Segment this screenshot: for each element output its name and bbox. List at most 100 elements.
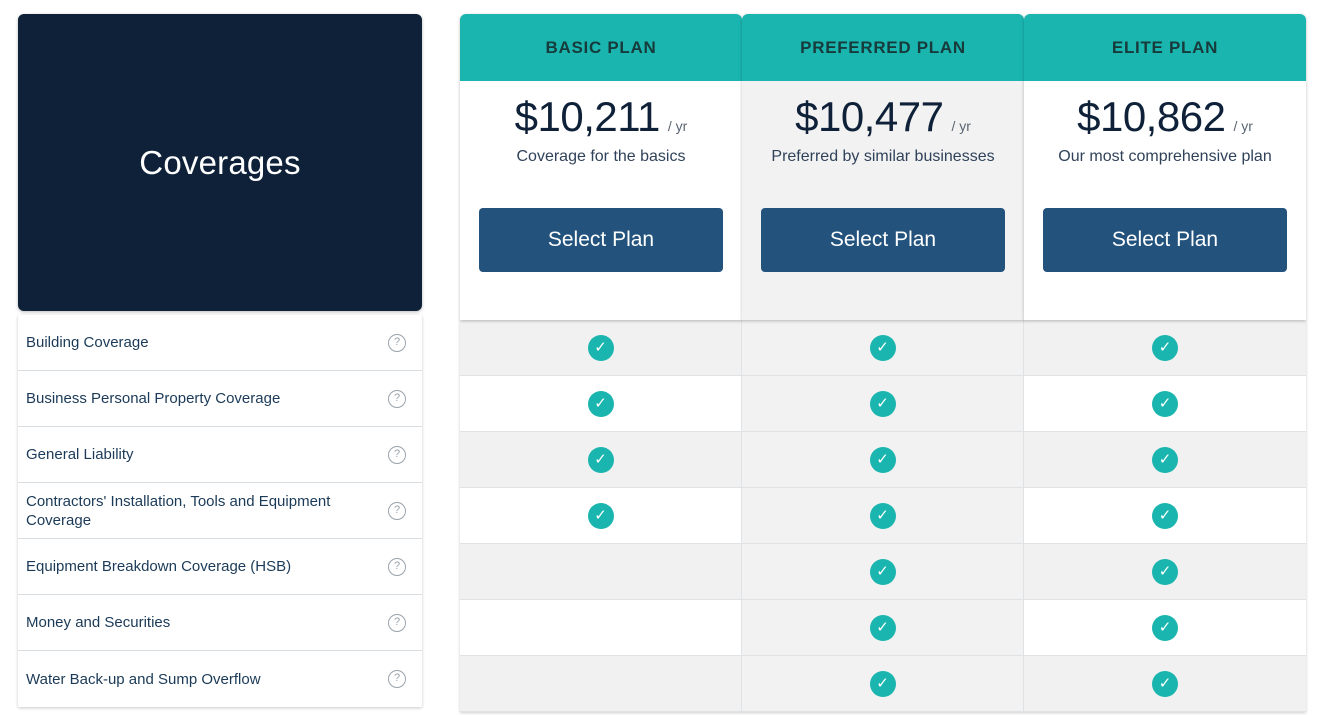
matrix-cell: ✓: [742, 600, 1024, 656]
coverages-panel: Coverages Building Coverage? Business Per…: [18, 14, 422, 707]
coverage-row: Equipment Breakdown Coverage (HSB)?: [18, 539, 422, 595]
plans-header-row: BASIC PLAN $10,211 / yr Coverage for the ba…: [460, 14, 1306, 320]
page-title: Coverages: [139, 143, 301, 181]
coverage-label: Equipment Breakdown Coverage (HSB): [26, 558, 292, 575]
matrix-cell: [460, 656, 742, 712]
check-icon: ✓: [869, 502, 896, 529]
check-icon: ✓: [869, 614, 896, 641]
coverage-label: Money and Securities: [26, 614, 171, 631]
plan-name: ELITE PLAN: [1111, 37, 1219, 57]
select-plan-button[interactable]: Select Plan: [479, 208, 723, 272]
plan-price: $10,862: [1077, 93, 1226, 140]
matrix-cell: ✓: [742, 320, 1024, 376]
help-icon[interactable]: ?: [388, 445, 406, 464]
check-icon: ✓: [587, 502, 614, 529]
plan-name-banner: ELITE PLAN: [1024, 14, 1306, 81]
matrix-cell: ✓: [1024, 656, 1306, 712]
check-icon: ✓: [869, 670, 896, 697]
coverage-label: General Liability: [26, 446, 134, 463]
select-plan-button[interactable]: Select Plan: [1043, 208, 1287, 272]
check-icon: ✓: [587, 334, 614, 361]
coverage-row: Business Personal Property Coverage?: [18, 371, 422, 427]
check-icon: ✓: [869, 558, 896, 585]
check-icon: ✓: [1152, 558, 1178, 585]
plan-name: PREFERRED PLAN: [800, 37, 966, 57]
plan-tagline: Preferred by similar businesses: [771, 148, 995, 165]
coverage-label: Business Personal Property Coverage: [26, 390, 281, 407]
check-icon: ✓: [869, 446, 896, 473]
check-icon: ✓: [1152, 446, 1178, 473]
matrix-row: ✓ ✓ ✓: [460, 432, 1306, 488]
select-plan-button[interactable]: Select Plan: [761, 208, 1005, 272]
plan-summary: $10,211 / yr Coverage for the basics Select…: [460, 81, 742, 320]
matrix-cell: ✓: [742, 432, 1024, 488]
check-icon: ✓: [587, 446, 614, 473]
matrix-row: ✓ ✓ ✓: [460, 320, 1306, 376]
check-icon: ✓: [869, 390, 896, 417]
check-icon: ✓: [1152, 390, 1178, 417]
matrix-row: ✓ ✓ ✓: [460, 376, 1306, 432]
matrix-cell: [460, 600, 742, 656]
plan-tagline: Our most comprehensive plan: [1058, 148, 1272, 165]
coverage-row: General Liability?: [18, 427, 422, 483]
plan-price-period: / yr: [667, 118, 688, 134]
help-icon[interactable]: ?: [388, 613, 406, 632]
plan-column-header: ELITE PLAN $10,862 / yr Our most comprehens…: [1024, 14, 1306, 320]
matrix-cell: ✓: [742, 656, 1024, 712]
matrix-cell: ✓: [1024, 376, 1306, 432]
matrix-cell: ✓: [742, 544, 1024, 600]
help-icon[interactable]: ?: [388, 670, 406, 688]
plan-price-period: / yr: [951, 118, 971, 134]
plan-summary: $10,862 / yr Our most comprehensive plan Se…: [1024, 81, 1306, 320]
plan-name: BASIC PLAN: [545, 37, 657, 57]
plan-tagline: Coverage for the basics: [516, 148, 686, 165]
coverage-label: Building Coverage: [26, 334, 149, 351]
coverage-label: Water Back-up and Sump Overflow: [26, 670, 261, 688]
matrix-cell: [460, 544, 742, 600]
check-icon: ✓: [1152, 502, 1178, 529]
plan-name-banner: PREFERRED PLAN: [742, 14, 1024, 81]
plan-price-period: / yr: [1233, 118, 1253, 134]
matrix-row: ✓ ✓ ✓: [460, 488, 1306, 544]
matrix-cell: ✓: [742, 488, 1024, 544]
matrix-cell: ✓: [460, 488, 742, 544]
check-icon: ✓: [587, 390, 614, 417]
matrix-cell: ✓: [460, 320, 742, 376]
coverage-label-list: Building Coverage? Business Personal Prop…: [18, 315, 422, 707]
matrix-row: ✓ ✓: [460, 656, 1306, 712]
coverage-row: Contractors' Installation, Tools and Equ…: [18, 483, 422, 539]
matrix-row: ✓ ✓: [460, 600, 1306, 656]
matrix-cell: ✓: [742, 376, 1024, 432]
help-icon[interactable]: ?: [388, 333, 406, 352]
matrix-cell: ✓: [1024, 544, 1306, 600]
plan-column-header: PREFERRED PLAN $10,477 / yr Preferred by si…: [742, 14, 1024, 320]
coverage-label: Contractors' Installation, Tools and Equ…: [26, 492, 331, 529]
coverage-row: Water Back-up and Sump Overflow?: [18, 651, 422, 707]
matrix-cell: ✓: [1024, 432, 1306, 488]
check-icon: ✓: [869, 334, 896, 361]
plan-price: $10,477: [795, 93, 944, 140]
plan-column-header: BASIC PLAN $10,211 / yr Coverage for the ba…: [460, 14, 742, 320]
check-icon: ✓: [1152, 334, 1178, 361]
plans-matrix: ✓ ✓ ✓ ✓ ✓ ✓ ✓ ✓ ✓ ✓ ✓ ✓ ✓ ✓ ✓ ✓ ✓ ✓: [460, 320, 1306, 712]
coverages-header-card: Coverages: [18, 14, 422, 311]
help-icon[interactable]: ?: [388, 557, 406, 576]
coverage-row: Building Coverage?: [18, 315, 422, 371]
help-icon[interactable]: ?: [388, 501, 406, 520]
matrix-cell: ✓: [1024, 600, 1306, 656]
plan-price-line: $10,862 / yr: [1077, 93, 1253, 141]
check-icon: ✓: [1152, 614, 1178, 641]
check-icon: ✓: [1152, 670, 1178, 697]
matrix-cell: ✓: [1024, 488, 1306, 544]
matrix-cell: ✓: [460, 376, 742, 432]
plans-table: BASIC PLAN $10,211 / yr Coverage for the ba…: [460, 14, 1306, 712]
plan-summary: $10,477 / yr Preferred by similar business…: [742, 81, 1024, 320]
plan-name-banner: BASIC PLAN: [460, 14, 742, 81]
coverage-row: Money and Securities?: [18, 595, 422, 651]
matrix-cell: ✓: [460, 432, 742, 488]
plan-price-line: $10,477 / yr: [795, 93, 971, 141]
help-icon[interactable]: ?: [388, 389, 406, 408]
matrix-cell: ✓: [1024, 320, 1306, 376]
plan-price: $10,211: [514, 93, 661, 140]
plan-comparison-page: Coverages Building Coverage? Business Per…: [0, 0, 1342, 715]
